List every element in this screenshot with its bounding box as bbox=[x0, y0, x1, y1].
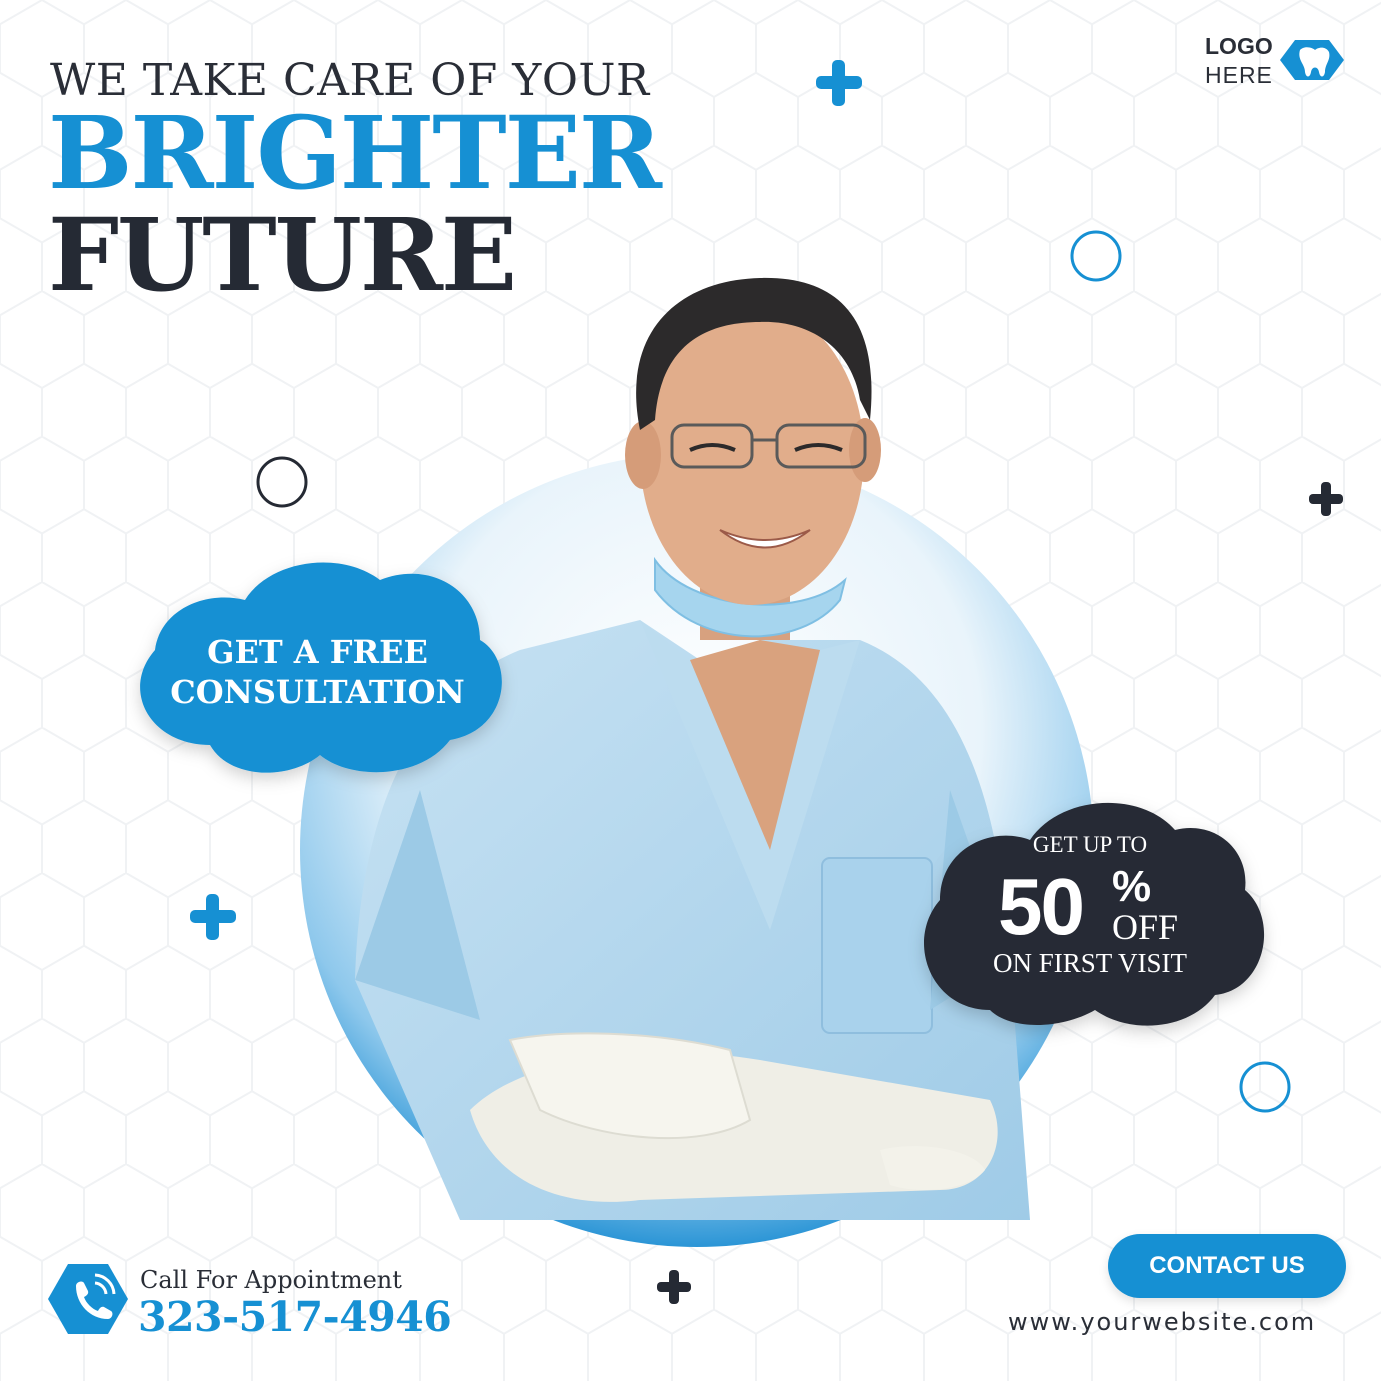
logo: LOGO HERE bbox=[1205, 32, 1273, 90]
logo-line1: LOGO bbox=[1205, 33, 1273, 59]
consultation-text: GET A FREE CONSULTATION bbox=[135, 632, 500, 712]
offer-off: OFF bbox=[1112, 907, 1179, 947]
offer-amount: 50 bbox=[998, 862, 1085, 951]
headline-line2: BRIGHTER bbox=[48, 94, 662, 212]
phone-number[interactable]: 323-517-4946 bbox=[138, 1293, 452, 1341]
website-link[interactable]: www.yourwebsite.com bbox=[1008, 1308, 1316, 1336]
consultation-line1: GET A FREE bbox=[207, 633, 428, 671]
consultation-line2: CONSULTATION bbox=[170, 673, 465, 711]
offer-post: ON FIRST VISIT bbox=[992, 948, 1188, 978]
phone-label: Call For Appointment bbox=[140, 1266, 402, 1294]
headline-line3: FUTURE bbox=[48, 196, 517, 314]
logo-line2: HERE bbox=[1205, 62, 1273, 88]
offer-percent: % bbox=[1112, 862, 1152, 911]
contact-us-button[interactable]: CONTACT US bbox=[1108, 1234, 1346, 1298]
offer-pre: GET UP TO bbox=[1032, 832, 1148, 857]
